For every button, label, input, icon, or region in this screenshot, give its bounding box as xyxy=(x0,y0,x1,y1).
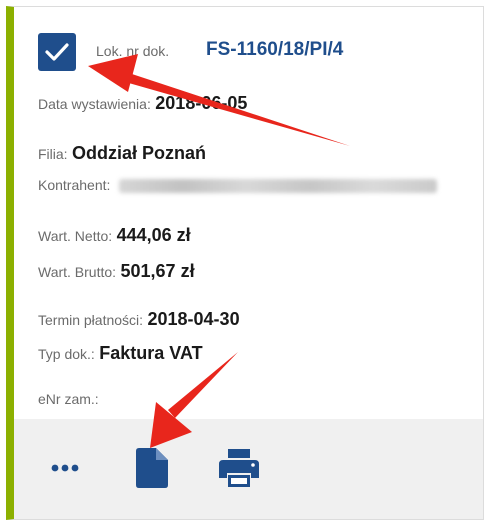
due-date-value: 2018-04-30 xyxy=(147,309,240,329)
contractor-row: Kontrahent: xyxy=(38,177,437,195)
due-date-row: Termin płatności: 2018-04-30 xyxy=(38,309,240,330)
document-number[interactable]: FS-1160/18/PI/4 xyxy=(206,39,343,61)
checkmark-icon xyxy=(45,43,69,61)
contractor-value-redacted xyxy=(118,178,437,193)
document-card: Lok. nr dok. FS-1160/18/PI/4 Data wystaw… xyxy=(6,6,484,520)
card-body: Lok. nr dok. FS-1160/18/PI/4 Data wystaw… xyxy=(14,7,483,419)
document-type-label: Typ dok.: xyxy=(38,346,95,362)
open-document-button[interactable] xyxy=(130,445,174,491)
branch-label: Filia: xyxy=(38,146,68,162)
order-number-row: eNr zam.: xyxy=(38,391,99,409)
issue-date-value: 2018-06-05 xyxy=(155,93,248,113)
document-type-value: Faktura VAT xyxy=(99,343,203,363)
print-button[interactable] xyxy=(217,445,261,491)
gross-value-row: Wart. Brutto: 501,67 zł xyxy=(38,261,195,282)
issue-date-row: Data wystawienia: 2018-06-05 xyxy=(38,93,247,114)
branch-value: Oddział Poznań xyxy=(72,143,207,163)
contractor-label: Kontrahent: xyxy=(38,177,111,193)
document-type-row: Typ dok.: Faktura VAT xyxy=(38,343,203,364)
issue-date-label: Data wystawienia: xyxy=(38,96,151,112)
more-options-button[interactable] xyxy=(43,445,87,491)
net-value: 444,06 zł xyxy=(116,225,191,245)
gross-value-label: Wart. Brutto: xyxy=(38,264,117,280)
gross-value: 501,67 zł xyxy=(120,261,195,281)
more-horizontal-icon xyxy=(51,464,79,472)
document-number-label: Lok. nr dok. xyxy=(96,43,170,59)
due-date-label: Termin płatności: xyxy=(38,312,144,328)
select-checkbox[interactable] xyxy=(38,33,76,71)
net-value-row: Wart. Netto: 444,06 zł xyxy=(38,225,191,246)
branch-row: Filia: Oddział Poznań xyxy=(38,143,206,164)
printer-icon xyxy=(219,449,259,487)
net-value-label: Wart. Netto: xyxy=(38,228,113,244)
order-number-label: eNr zam.: xyxy=(38,391,99,407)
document-icon xyxy=(136,448,168,488)
